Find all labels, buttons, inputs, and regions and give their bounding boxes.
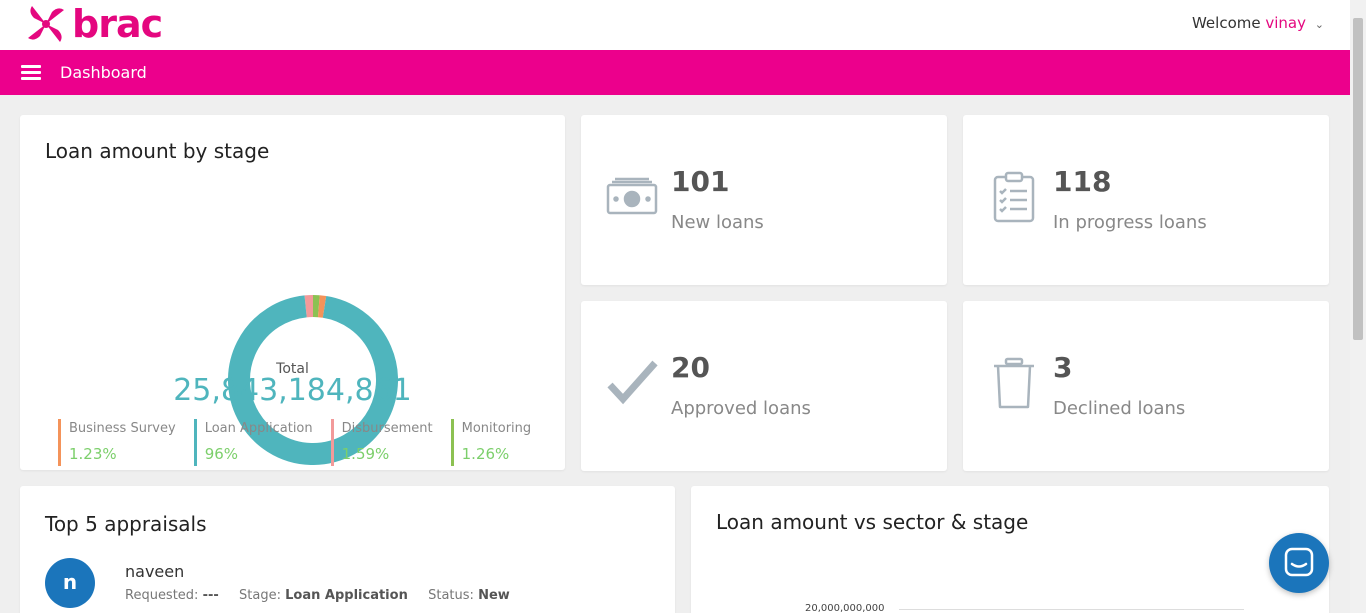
- appraisal-meta: Requested: --- Stage: Loan Application S…: [125, 588, 510, 603]
- in-progress-loans-label: In progress loans: [1053, 212, 1207, 233]
- donut-slice-business-survey[interactable]: [317, 295, 327, 318]
- legend-item-disbursement[interactable]: Disbursement 1.59%: [330, 419, 433, 466]
- nav-bar: Dashboard: [0, 50, 1350, 95]
- approved-loans-label: Approved loans: [671, 398, 811, 419]
- legend-item-loan-application[interactable]: Loan Application 96%: [193, 419, 313, 466]
- legend-label: Business Survey: [69, 421, 176, 436]
- page-scrollbar[interactable]: [1350, 0, 1366, 613]
- scrollbar-thumb[interactable]: [1353, 18, 1363, 340]
- legend-percent: 1.59%: [341, 445, 390, 463]
- appraisal-name[interactable]: naveen: [125, 562, 184, 581]
- legend-label: Disbursement: [341, 421, 433, 436]
- brac-logo-mark-icon: [28, 6, 64, 42]
- legend-percent: 1.23%: [69, 445, 117, 463]
- trash-icon: [994, 357, 1034, 409]
- loan-by-stage-card: Loan amount by stage Total 25,843,184,86…: [20, 115, 565, 470]
- brac-logo[interactable]: brac: [24, 2, 163, 46]
- y-axis-tick-label: 20,000,000,000: [805, 603, 885, 613]
- stage-value: Loan Application: [285, 588, 408, 603]
- card-title: Loan amount by stage: [45, 139, 270, 163]
- page-title: Dashboard: [60, 63, 147, 82]
- user-menu[interactable]: Welcome vinay ⌄: [1192, 14, 1324, 32]
- declined-loans-count: 3: [1053, 351, 1073, 384]
- top-appraisals-card: Top 5 appraisals n naveen Requested: ---…: [20, 486, 675, 613]
- user-name: vinay: [1265, 14, 1306, 32]
- avatar[interactable]: n: [45, 558, 95, 608]
- legend-item-monitoring[interactable]: Monitoring 1.26%: [450, 419, 532, 466]
- legend-item-business-survey[interactable]: Business Survey 1.23%: [58, 419, 176, 466]
- chevron-down-icon: ⌄: [1314, 18, 1324, 31]
- logo-text: brac: [72, 2, 163, 46]
- chart-gridline: [899, 609, 1244, 610]
- clipboard-checklist-icon: [993, 171, 1035, 223]
- chat-launcher-button[interactable]: [1269, 533, 1329, 593]
- chat-icon: [1284, 547, 1314, 577]
- new-loans-label: New loans: [671, 212, 764, 233]
- new-loans-count: 101: [671, 165, 730, 198]
- legend-label: Loan Application: [204, 421, 313, 436]
- legend-percent: 1.26%: [461, 445, 510, 463]
- legend-percent: 96%: [204, 445, 239, 463]
- requested-value: ---: [202, 588, 219, 603]
- status-label: Status:: [428, 588, 474, 603]
- card-title: Top 5 appraisals: [45, 512, 207, 536]
- money-icon: [606, 177, 658, 215]
- declined-loans-label: Declined loans: [1053, 398, 1186, 419]
- requested-label: Requested:: [125, 588, 199, 603]
- in-progress-loans-count: 118: [1053, 165, 1112, 198]
- hamburger-menu-icon[interactable]: [21, 62, 41, 83]
- welcome-label: Welcome: [1191, 14, 1261, 32]
- approved-loans-count: 20: [671, 351, 710, 384]
- top-bar: brac Welcome vinay ⌄: [0, 0, 1350, 50]
- chart-legend: Business Survey 1.23% Loan Application 9…: [58, 419, 549, 466]
- in-progress-loans-card[interactable]: 118 In progress loans: [963, 115, 1329, 285]
- legend-label: Monitoring: [461, 421, 532, 436]
- new-loans-card[interactable]: 101 New loans: [581, 115, 947, 285]
- total-value: 25,843,184,861: [173, 373, 412, 408]
- status-value: New: [478, 588, 510, 603]
- sector-stage-chart-card: Loan amount vs sector & stage 20,000,000…: [691, 486, 1329, 613]
- card-title: Loan amount vs sector & stage: [716, 510, 1029, 534]
- stage-label: Stage:: [239, 588, 281, 603]
- approved-loans-card[interactable]: 20 Approved loans: [581, 301, 947, 471]
- declined-loans-card[interactable]: 3 Declined loans: [963, 301, 1329, 471]
- checkmark-icon: [607, 360, 658, 405]
